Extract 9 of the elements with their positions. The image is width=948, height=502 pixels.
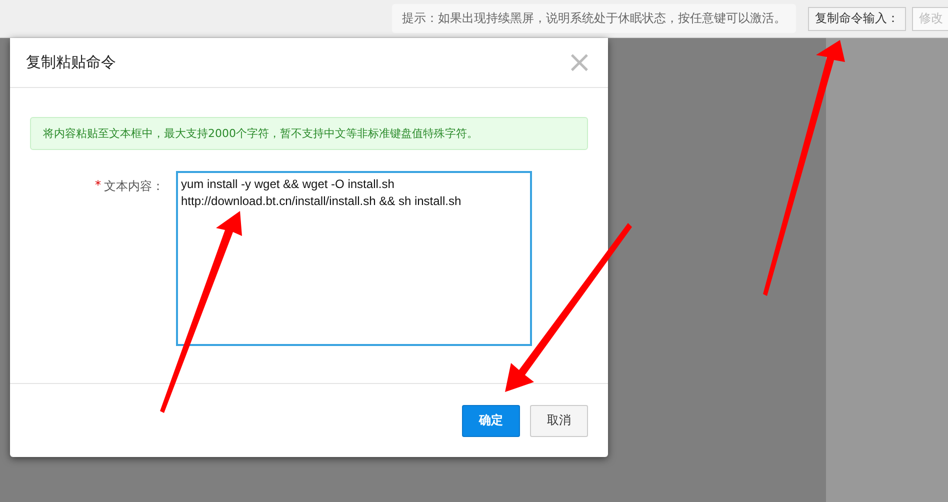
notice-alert: 将内容粘贴至文本框中，最大支持2000个字符，暂不支持中文等非标准键盘值特殊字符。 [30, 117, 588, 150]
cancel-button[interactable]: 取消 [530, 404, 588, 436]
hint-text: 提示：如果出现持续黑屏，说明系统处于休眠状态，按任意键可以激活。 [392, 4, 796, 33]
required-mark: * [95, 178, 101, 192]
dialog-title: 复制粘贴命令 [26, 53, 116, 72]
text-area[interactable]: yum install -y wget && wget -O install.sh http://download.bt.cn/install/install.sh && sh install.sh [176, 171, 532, 346]
field-label: 文本内容： [104, 178, 164, 195]
toolbar-button[interactable]: 复制命令输入： [808, 6, 906, 30]
confirm-button[interactable]: 确定 [462, 404, 520, 436]
